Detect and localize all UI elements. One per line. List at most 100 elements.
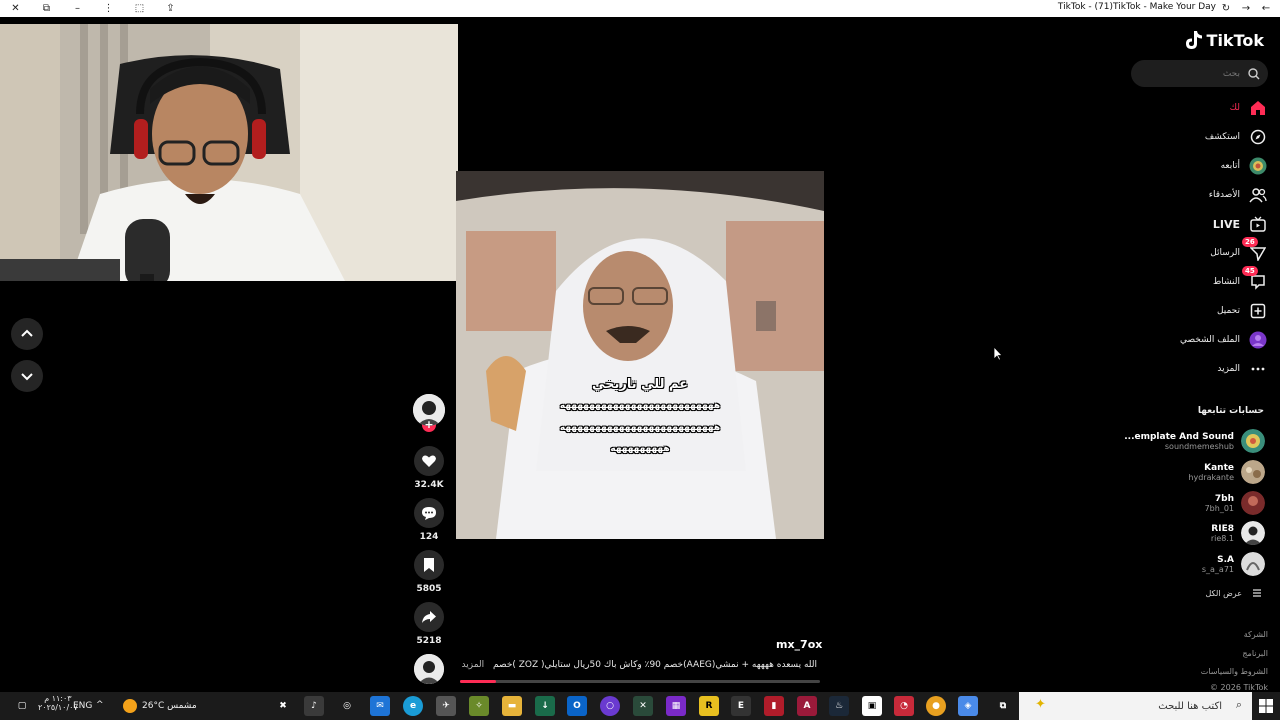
minimize-icon[interactable]: – bbox=[62, 0, 93, 17]
previous-video-button[interactable] bbox=[11, 318, 43, 350]
nav-label-explore: استكشف bbox=[1204, 132, 1240, 142]
forward-icon[interactable]: → bbox=[1236, 0, 1256, 17]
extensions-icon[interactable]: ⬚ bbox=[124, 0, 155, 17]
more-icon bbox=[1251, 367, 1265, 371]
restore-icon[interactable]: ⧉ bbox=[31, 0, 62, 17]
following-account-1[interactable]: ...emplate And Sound soundmemeshub bbox=[1105, 426, 1265, 456]
windows-start-icon[interactable] bbox=[1256, 696, 1276, 716]
app-icon-circle[interactable]: ○ bbox=[600, 696, 620, 716]
pinned-app-icon[interactable]: ✖ bbox=[273, 696, 293, 716]
nav-item-friends[interactable]: الأصدقاء bbox=[1209, 183, 1268, 207]
video-author[interactable]: mx_7ox bbox=[776, 638, 822, 651]
nav-label-for-you: لك bbox=[1229, 103, 1240, 113]
share-button[interactable]: 5218 bbox=[410, 602, 448, 646]
clock[interactable]: ١١:٠٣ م ٢٠٢٥/١٠/٠٧ bbox=[38, 694, 78, 712]
more-link[interactable]: المزيد bbox=[462, 660, 485, 670]
language-indicator[interactable]: ENG bbox=[73, 701, 92, 711]
edge-browser-icon[interactable]: e bbox=[403, 696, 423, 716]
app-icon-gauge[interactable]: ◔ bbox=[894, 696, 914, 716]
reload-icon[interactable]: ↻ bbox=[1216, 0, 1236, 17]
app-icon-x[interactable]: ✕ bbox=[633, 696, 653, 716]
nav-item-following[interactable]: أتابعه bbox=[1221, 154, 1268, 178]
following-username: s_a_a71 bbox=[1201, 564, 1234, 574]
app-icon-a[interactable]: A bbox=[797, 696, 817, 716]
chevron-down-icon bbox=[21, 373, 33, 381]
mouse-cursor-icon bbox=[993, 346, 1003, 361]
nav-item-upload[interactable]: تحميل bbox=[1217, 299, 1268, 323]
notifications-icon[interactable]: ▢ bbox=[12, 696, 32, 716]
search-box[interactable] bbox=[1131, 60, 1268, 87]
tiktok-taskbar-icon[interactable]: ♪ bbox=[304, 696, 324, 716]
nav-item-explore[interactable]: استكشف bbox=[1205, 125, 1268, 149]
following-section-title: حسابات تتابعها bbox=[1197, 406, 1264, 416]
epic-games-icon[interactable]: E bbox=[731, 696, 751, 716]
list-icon bbox=[1253, 589, 1261, 597]
search-input[interactable] bbox=[1140, 68, 1240, 79]
copilot-icon[interactable]: ◈ bbox=[958, 696, 978, 716]
nav-label-profile: الملف الشخصي bbox=[1180, 335, 1240, 345]
creator-avatar-button[interactable]: + bbox=[410, 394, 448, 432]
following-account-2[interactable]: Kante hydrakante bbox=[1105, 457, 1265, 487]
capture-app-icon[interactable]: ◎ bbox=[337, 696, 357, 716]
steam-icon[interactable]: ♨ bbox=[829, 696, 849, 716]
nav-label-more: المزيد bbox=[1217, 364, 1240, 374]
search-icon[interactable] bbox=[1248, 67, 1260, 80]
app-icon-red[interactable]: ▮ bbox=[764, 696, 784, 716]
nav-item-more[interactable]: المزيد bbox=[1217, 357, 1268, 381]
taskbar-search[interactable]: ✦ اكتب هنا للبحث ⌕ bbox=[1019, 692, 1252, 720]
following-account-4[interactable]: RIE8 rie8.1 bbox=[1105, 518, 1265, 548]
footer-program-link[interactable]: البرنامج bbox=[1242, 649, 1268, 658]
sun-weather-icon[interactable] bbox=[123, 699, 137, 713]
app-icon-grid[interactable]: ▦ bbox=[666, 696, 686, 716]
messages-icon bbox=[1250, 247, 1266, 261]
nav-item-profile[interactable]: الملف الشخصي bbox=[1180, 328, 1268, 352]
music-disc-button[interactable] bbox=[410, 654, 448, 684]
video-progress-bar[interactable] bbox=[460, 680, 820, 683]
video-frame bbox=[456, 171, 824, 539]
chrome-icon[interactable]: ● bbox=[926, 696, 946, 716]
menu-dots-icon[interactable]: ⋮ bbox=[93, 0, 124, 17]
nav-item-live[interactable]: LIVE bbox=[1213, 212, 1268, 236]
outlook-icon[interactable]: O bbox=[567, 696, 587, 716]
activity-icon bbox=[1251, 275, 1265, 290]
see-all-link[interactable]: عرض الكل bbox=[1205, 588, 1262, 598]
live-icon bbox=[1250, 216, 1266, 232]
footer-terms-link[interactable]: الشروط والسياسات bbox=[1201, 667, 1268, 676]
mail-app-icon[interactable]: ✉ bbox=[370, 696, 390, 716]
close-icon[interactable]: ✕ bbox=[0, 0, 31, 17]
app-icon-leaf[interactable]: ✧ bbox=[469, 696, 489, 716]
following-username: soundmemeshub bbox=[1164, 441, 1234, 451]
video-player[interactable]: عم للي تاريخي هههههههههههههههههههههههههه… bbox=[456, 171, 824, 539]
share-icon[interactable]: ⇪ bbox=[155, 0, 186, 17]
music-disc-avatar bbox=[414, 654, 444, 684]
app-icon-bird[interactable]: ✈ bbox=[436, 696, 456, 716]
nav-item-for-you[interactable]: لك bbox=[1230, 96, 1268, 120]
app-icon-square[interactable]: ▣ bbox=[862, 696, 882, 716]
following-account-5[interactable]: S.A s_a_a71 bbox=[1105, 549, 1265, 579]
profile-avatar-icon bbox=[1249, 331, 1267, 349]
following-name: 7bh bbox=[1214, 493, 1234, 504]
app-icon-r[interactable]: R bbox=[699, 696, 719, 716]
nav-item-activity[interactable]: النشاط 45 bbox=[1212, 266, 1268, 294]
task-view-icon[interactable]: ⧉ bbox=[993, 696, 1013, 716]
following-avatar-icon bbox=[1249, 157, 1267, 175]
following-account-3[interactable]: 7bh 7bh_01 bbox=[1105, 488, 1265, 518]
back-icon[interactable]: ← bbox=[1256, 0, 1276, 17]
app-icon-download[interactable]: ↓ bbox=[535, 696, 555, 716]
tray-chevron-icon[interactable]: ^ bbox=[96, 700, 104, 710]
comment-button[interactable]: 124 bbox=[410, 498, 448, 542]
see-all-label: عرض الكل bbox=[1205, 588, 1242, 598]
nav-item-messages[interactable]: الرسائل 26 bbox=[1210, 237, 1268, 265]
compass-icon bbox=[1250, 129, 1266, 145]
video-description: الله يسعده ههههه + نمشي(AAEG)خصم 90٪ وكا… bbox=[462, 660, 817, 670]
save-button[interactable]: 5805 bbox=[410, 550, 448, 594]
following-avatar bbox=[1241, 460, 1265, 484]
next-video-button[interactable] bbox=[11, 360, 43, 392]
footer-company-link[interactable]: الشركة bbox=[1244, 630, 1268, 639]
file-explorer-icon[interactable]: ▬ bbox=[502, 696, 522, 716]
tiktok-logo[interactable]: TikTok bbox=[1185, 30, 1264, 50]
nav-label-activity: النشاط bbox=[1212, 277, 1240, 287]
taskbar-search-icon: ⌕ bbox=[1235, 698, 1242, 711]
like-button[interactable]: 32.4K bbox=[410, 446, 448, 490]
weather-text[interactable]: 26°C مشمس bbox=[142, 701, 197, 711]
